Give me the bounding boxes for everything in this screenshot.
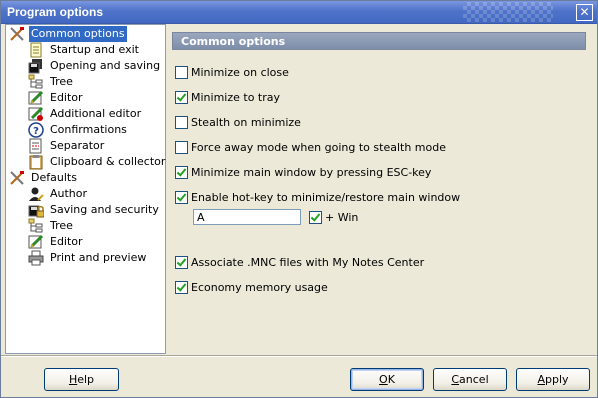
checkbox-label: + Win [325,211,359,224]
checkbox-box[interactable] [175,66,188,79]
tree-item-label: Editor [50,91,83,104]
tree-item-label: Additional editor [50,107,142,120]
button-label-suffix: elp [77,373,95,386]
checkbox-box[interactable] [175,141,188,154]
checkbox-label: Minimize to tray [191,91,281,104]
clipboard-icon [29,155,43,170]
ok-button[interactable]: OK [350,368,424,391]
button-bar-separator [1,355,597,357]
tree-item-label: Common options [29,26,127,42]
checkbox-box[interactable] [175,166,188,179]
close-button[interactable]: ✕ [576,4,593,21]
additional-editor-icon [28,106,44,121]
checkbox-label: Enable hot-key to minimize/restore main … [191,191,461,204]
section-title: Common options [172,32,586,50]
checkbox-box[interactable] [309,211,322,224]
editor-icon [28,234,44,249]
page-icon [30,42,42,58]
separator-icon [29,138,42,154]
checkbox-label: Force away mode when going to stealth mo… [191,141,446,154]
tree-icon [28,74,43,89]
tree-item-label: Defaults [31,171,77,184]
options-tree[interactable]: Common options Startup and exit Opening … [5,24,166,354]
dialog-client: Common options Startup and exit Opening … [1,24,597,397]
security-icon [28,205,44,218]
checkbox-label: Associate .MNC files with My Notes Cente… [191,256,425,269]
checkbox-label: Minimize main window by pressing ESC-key [191,166,432,179]
checkbox-box[interactable] [175,256,188,269]
tree-item-label: Saving and security [50,203,159,216]
button-label-accel: H [68,373,78,386]
tree-item-label: Tree [50,219,73,232]
tree-item-label: Confirmations [50,123,127,136]
checkbox-label: Economy memory usage [191,281,328,294]
title-bar[interactable]: Program options ✕ [1,1,597,24]
tree-item-label: Print and preview [50,251,147,264]
cancel-button[interactable]: Cancel [433,368,507,391]
tree-item-label: Tree [50,75,73,88]
tree-item-label: Editor [50,235,83,248]
disks-icon [28,59,42,74]
button-label-accel: A [537,373,545,386]
hotkey-input[interactable] [193,209,301,225]
tools-icon [10,27,24,41]
author-icon [29,187,44,201]
checkbox-box[interactable] [175,116,188,129]
apply-button[interactable]: Apply [516,368,590,391]
button-label-suffix: K [387,373,395,386]
question-icon: ? [28,122,44,138]
button-label-accel: C [451,373,460,386]
tree-item-label: Author [50,187,88,200]
window-title: Program options [7,5,104,19]
help-button[interactable]: Help [44,368,119,391]
checkbox-box[interactable] [175,91,188,104]
printer-icon [28,250,44,266]
tree-item-label: Opening and saving [50,59,161,72]
button-label-accel: O [379,373,388,386]
editor-icon [28,90,44,105]
tree-item-label: Startup and exit [50,43,139,56]
checkbox-label: Minimize on close [191,66,289,79]
button-label-suffix: pply [545,373,569,386]
tree-item-label: Clipboard & collector [50,155,166,168]
options-panel: Common options Minimize on close Minimiz… [166,24,594,353]
program-options-window: Program options ✕ Common options Startup… [0,0,598,398]
title-decoration [463,2,553,22]
checkbox-label: Stealth on minimize [191,116,301,129]
svg-text:?: ? [33,126,39,137]
tree-icon [28,218,43,233]
tree-item-label: Separator [50,139,105,152]
button-label-suffix: ancel [459,373,489,386]
checkbox-box[interactable] [175,281,188,294]
checkbox-box[interactable] [175,191,188,204]
tools-icon [10,171,24,185]
